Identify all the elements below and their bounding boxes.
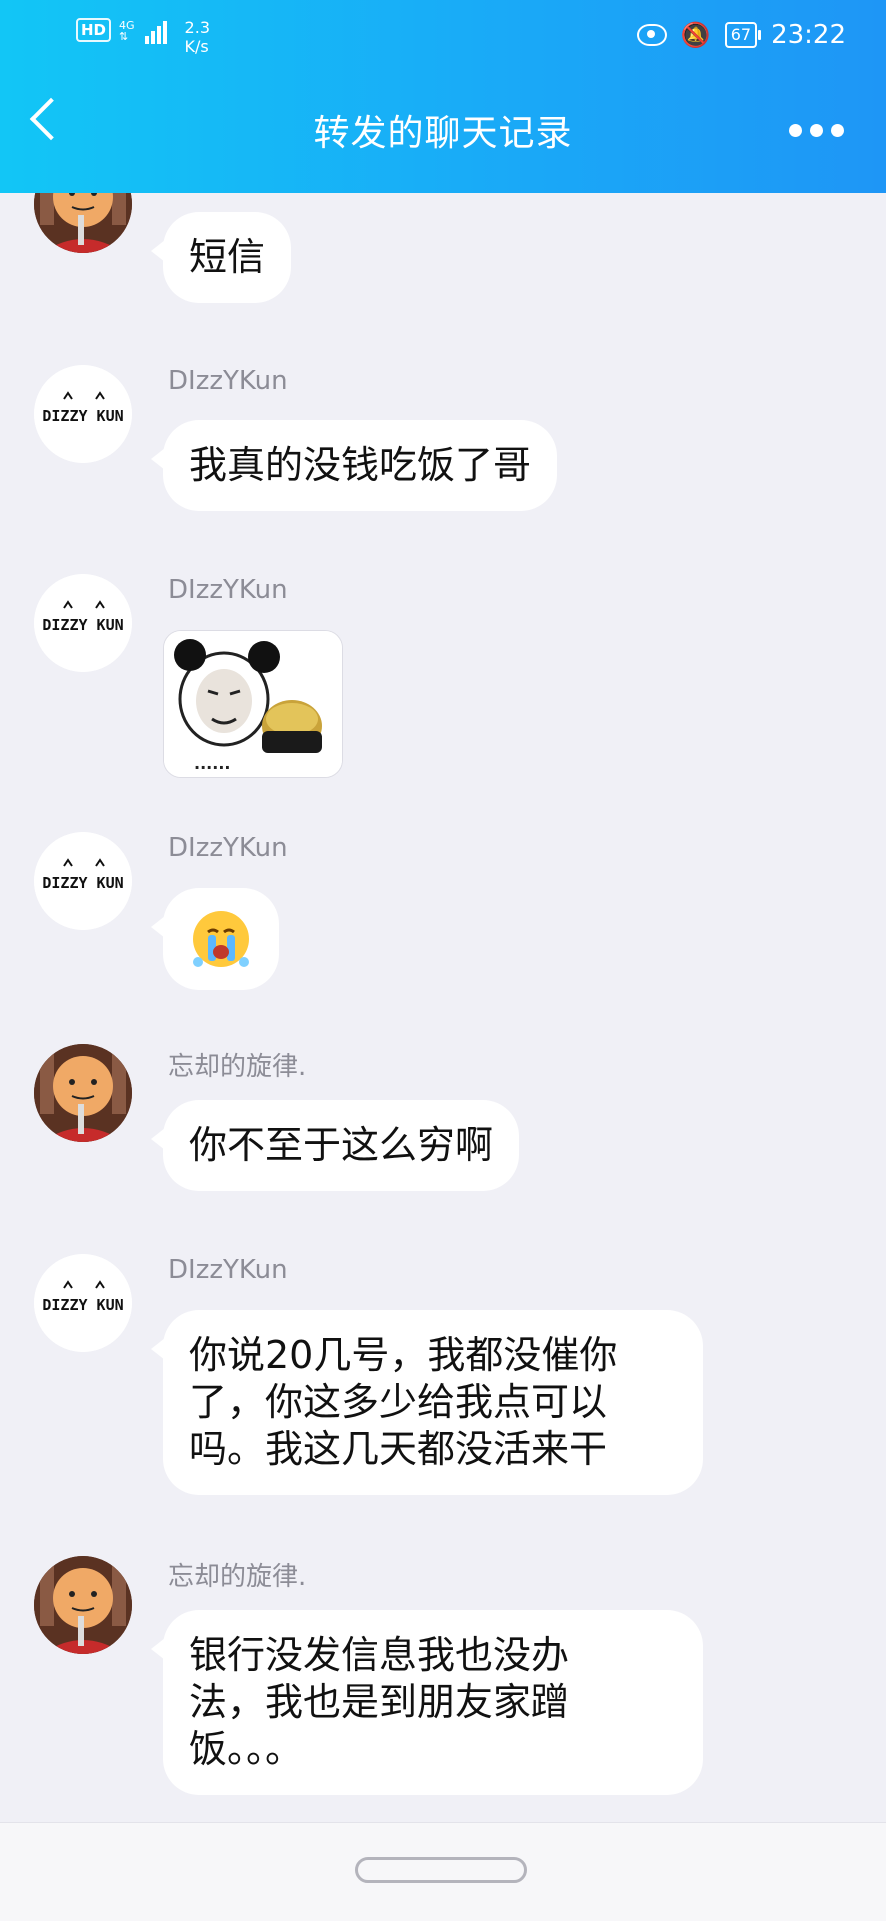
- message-line: 了，你这多少给我点可以: [189, 1380, 608, 1424]
- top-bar: HD 4G ⇅ 2.3 K/s 🔕 67 23:22 转发的聊天记录: [0, 0, 886, 193]
- dizzykun-logo-icon: DIZZY KUN: [34, 832, 132, 930]
- message-line: 饭。。。: [189, 1727, 304, 1771]
- image-message[interactable]: ......: [163, 630, 343, 778]
- sender-name: DIzzYKun: [168, 366, 288, 396]
- sender-name: DIzzYKun: [168, 833, 288, 863]
- dizzykun-avatar[interactable]: DIZZY KUN: [34, 832, 132, 930]
- message-bubble[interactable]: 短信: [150, 212, 292, 303]
- hd-badge: HD: [76, 18, 112, 42]
- dizzykun-avatar[interactable]: DIZZY KUN: [34, 1254, 132, 1352]
- message-bubble[interactable]: 你不至于这么穷啊: [150, 1100, 520, 1191]
- message-bubble[interactable]: 银行没发信息我也没办 法，我也是到朋友家蹭 饭。。。: [151, 1610, 703, 1795]
- system-nav-bar: [0, 1822, 886, 1921]
- eye-icon: [636, 24, 667, 46]
- cartoon-avatar[interactable]: [34, 1556, 132, 1654]
- message-bubble[interactable]: 我真的没钱吃饭了哥: [150, 420, 558, 511]
- dizzykun-logo-icon: DIZZY KUN: [34, 1254, 132, 1352]
- cartoon-avatar[interactable]: [34, 1044, 132, 1142]
- home-indicator[interactable]: [355, 1857, 527, 1883]
- message-line: 银行没发信息我也没办: [189, 1633, 570, 1677]
- mute-icon: 🔕: [680, 21, 711, 49]
- network-indicator: 4G ⇅: [119, 20, 135, 42]
- sender-name: DIzzYKun: [168, 575, 288, 605]
- sticker-caption: ......: [194, 754, 230, 773]
- more-dots-icon[interactable]: [789, 124, 844, 137]
- sender-name: 忘却的旋律.: [168, 1052, 307, 1082]
- message-line: 你说20几号，我都没催你: [189, 1333, 618, 1377]
- page-title: 转发的聊天记录: [313, 113, 573, 154]
- message-bubble[interactable]: 你说20几号，我都没催你 了，你这多少给我点可以 吗。我这几天都没活来干: [151, 1310, 703, 1495]
- signal-icon: [144, 18, 167, 44]
- status-right: 🔕 67 23:22: [636, 20, 846, 50]
- cartoon-face-icon: [34, 1556, 132, 1654]
- net-speed: 2.3 K/s: [185, 18, 210, 56]
- dizzykun-avatar[interactable]: DIZZY KUN: [34, 365, 132, 463]
- battery-icon: 67: [724, 22, 762, 48]
- crying-face-icon: [193, 911, 249, 967]
- sender-name: DIzzYKun: [168, 1255, 288, 1285]
- dizzy-logo-text: DIZZY KUN: [42, 616, 123, 634]
- cartoon-face-icon: [34, 1044, 132, 1142]
- message-line: 吗。我这几天都没活来干: [189, 1427, 608, 1471]
- emoji-message[interactable]: [151, 888, 279, 990]
- sender-name: 忘却的旋律.: [168, 1562, 307, 1592]
- dizzykun-avatar[interactable]: DIZZY KUN: [34, 574, 132, 672]
- status-left: HD 4G ⇅ 2.3 K/s: [76, 18, 210, 56]
- message-line: 法，我也是到朋友家蹭: [189, 1680, 570, 1724]
- dizzykun-logo-icon: DIZZY KUN: [34, 365, 132, 463]
- net-speed-unit: K/s: [184, 37, 209, 56]
- clock: 23:22: [771, 20, 846, 50]
- dizzy-logo-text: DIZZY KUN: [42, 1296, 123, 1314]
- dizzy-logo-text: DIZZY KUN: [42, 407, 123, 425]
- dizzykun-logo-icon: DIZZY KUN: [34, 574, 132, 672]
- net-speed-value: 2.3: [184, 18, 210, 37]
- signal-arrows-icon: ⇅: [119, 30, 129, 43]
- panda-meme-sticker: ......: [164, 631, 342, 777]
- dizzy-logo-text: DIZZY KUN: [42, 874, 123, 892]
